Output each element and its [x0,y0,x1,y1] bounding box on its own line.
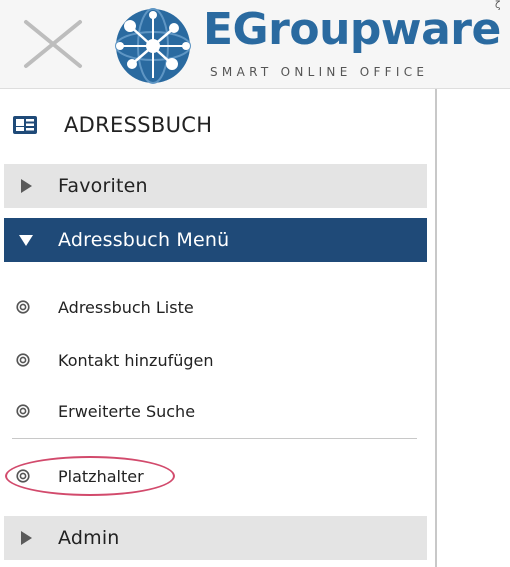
bullet-circle-icon [16,353,30,367]
category-label: Adressbuch Menü [58,229,230,251]
addressbook-card-icon [13,116,37,134]
category-label: Admin [58,527,120,549]
menu-divider [12,438,417,439]
category-favoriten[interactable]: Favoriten [4,164,427,208]
close-icon[interactable] [18,14,88,74]
menu-item-platzhalter[interactable]: Platzhalter [12,459,417,493]
menu-item-label: Kontakt hinzufügen [58,350,214,370]
menu-item-label: Erweiterte Suche [58,401,196,421]
menu-item-kontakt-hinzufuegen[interactable]: Kontakt hinzufügen [12,343,417,377]
app-title-label: ADRESSBUCH [64,113,213,137]
bullet-circle-icon [16,300,30,314]
category-label: Favoriten [58,175,148,197]
caret-right-icon [21,179,32,193]
logo-wordmark: EGroupware [203,4,501,55]
caret-right-icon [21,531,32,545]
app-header: EGroupware SMART ONLINE OFFICE ζ [0,0,510,89]
main-content-area [437,89,510,567]
category-admin[interactable]: Admin [4,516,427,560]
caret-down-icon [19,235,33,246]
menu-item-label: Adressbuch Liste [58,297,194,317]
menu-item-label: Platzhalter [58,466,144,486]
bullet-circle-icon [16,469,30,483]
category-adressbuch-menu[interactable]: Adressbuch Menü [4,218,427,262]
menu-item-adressbuch-liste[interactable]: Adressbuch Liste [12,290,417,324]
bullet-circle-icon [16,404,30,418]
app-title: ADRESSBUCH [12,109,412,141]
egroupware-globe-logo-icon [110,6,196,86]
menu-item-erweiterte-suche[interactable]: Erweiterte Suche [12,394,417,428]
corner-mark: ζ [495,0,501,11]
app-sidebar: ADRESSBUCH Favoriten Adressbuch Menü Adr… [0,89,437,567]
logo-tagline: SMART ONLINE OFFICE [210,65,429,79]
